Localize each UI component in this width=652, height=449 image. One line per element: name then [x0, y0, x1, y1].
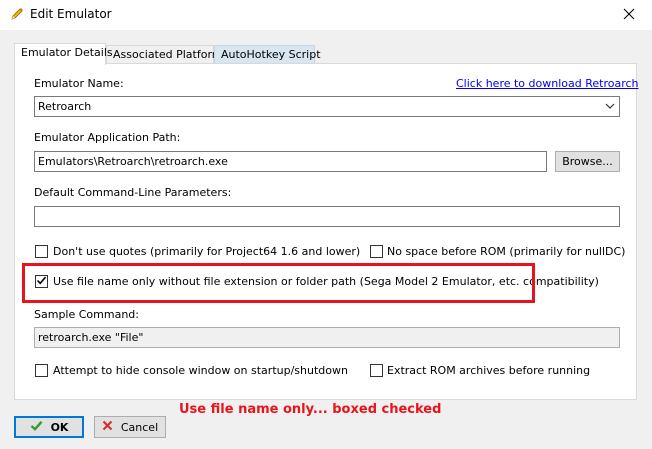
sample-command-field: retroarch.exe "File"	[34, 327, 620, 348]
chevron-down-icon[interactable]	[605, 97, 615, 116]
emulator-name-label: Emulator Name:	[34, 77, 124, 90]
extract-rom-checkbox[interactable]	[370, 364, 383, 377]
tab-emulator-details[interactable]: Emulator Details	[14, 43, 113, 65]
extract-rom-label: Extract ROM archives before running	[387, 364, 591, 377]
hide-console-label: Attempt to hide console window on startu…	[53, 364, 348, 377]
sample-command-label: Sample Command:	[34, 308, 139, 321]
checkmark-icon	[30, 420, 43, 434]
app-path-input[interactable]: Emulators\Retroarch\retroarch.exe	[34, 151, 547, 172]
emulator-name-value: Retroarch	[38, 100, 92, 113]
x-icon	[102, 420, 113, 434]
annotation-text: Use file name only... boxed checked	[179, 402, 442, 417]
title-bar: Edit Emulator	[0, 0, 652, 30]
cancel-button[interactable]: Cancel	[94, 416, 166, 438]
browse-button[interactable]: Browse...	[555, 151, 620, 172]
hide-console-checkbox[interactable]	[35, 364, 48, 377]
tab-associated-platforms[interactable]: Associated Platforms	[106, 45, 228, 64]
ok-button[interactable]: OK	[14, 416, 84, 438]
emulator-name-combo[interactable]: Retroarch	[34, 96, 620, 117]
close-icon	[623, 8, 635, 23]
no-space-before-rom-checkbox[interactable]	[370, 245, 383, 258]
dont-use-quotes-label: Don't use quotes (primarily for Project6…	[53, 245, 361, 258]
window-title: Edit Emulator	[30, 7, 112, 21]
tab-autohotkey-script[interactable]: AutoHotkey Script	[214, 45, 321, 64]
download-retroarch-link[interactable]: Click here to download Retroarch	[456, 77, 639, 90]
highlight-box	[22, 263, 535, 303]
pencil-icon	[9, 6, 25, 22]
ok-label: OK	[50, 420, 69, 434]
app-path-label: Emulator Application Path:	[34, 131, 181, 144]
dont-use-quotes-checkbox[interactable]	[35, 245, 48, 258]
close-button[interactable]	[606, 0, 652, 30]
cmdline-input[interactable]	[34, 206, 620, 227]
cancel-label: Cancel	[120, 420, 159, 434]
no-space-before-rom-label: No space before ROM (primarily for nullD…	[387, 245, 626, 258]
cmdline-label: Default Command-Line Parameters:	[34, 186, 232, 199]
